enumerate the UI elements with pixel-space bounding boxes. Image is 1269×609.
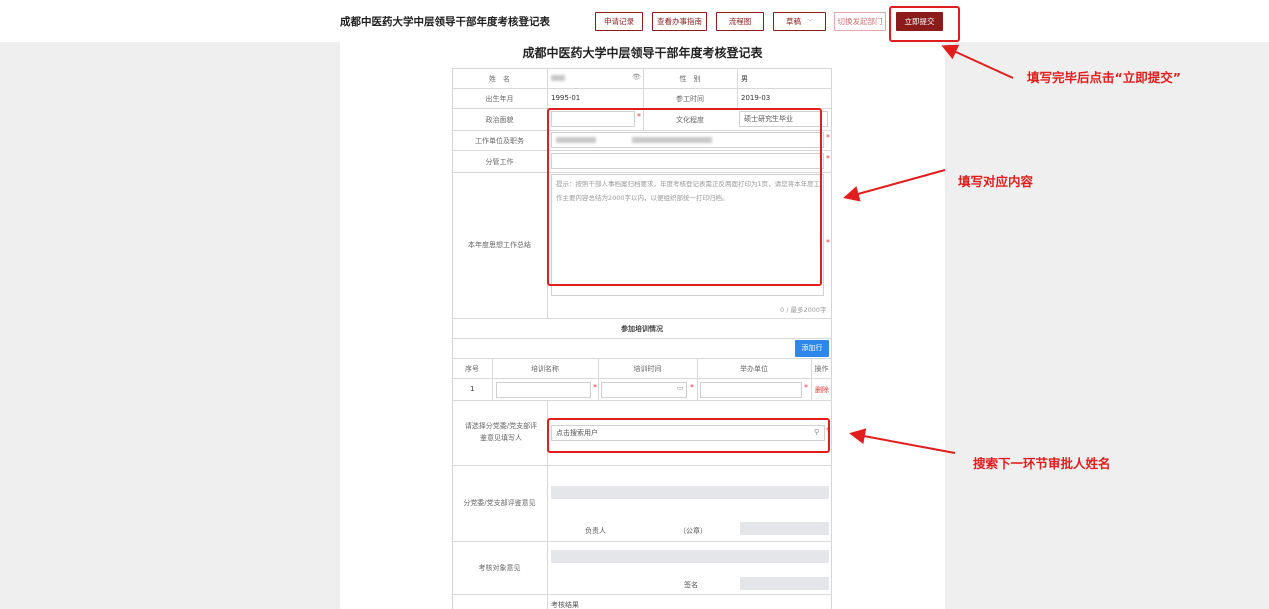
- annotation-arrows: [843, 44, 1014, 454]
- arrow-to-search: [849, 428, 956, 454]
- arrow-to-fill: [843, 169, 946, 202]
- arrow-to-submit: [941, 44, 1014, 79]
